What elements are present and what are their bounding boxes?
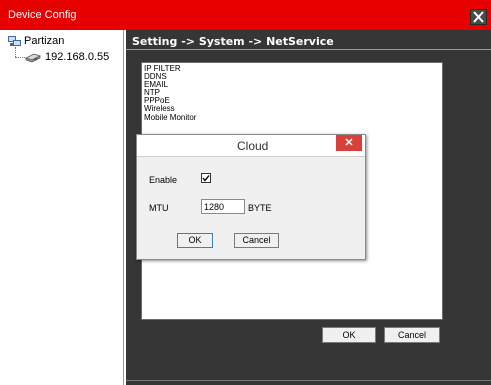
service-item[interactable]: NTP [144,89,440,97]
divider [126,380,491,381]
title-bar: Device Config [0,0,491,30]
device-icon [25,53,41,62]
divider [126,49,491,50]
tree-device-label: 192.168.0.55 [45,51,110,63]
ok-button[interactable]: OK [322,327,376,343]
window-title: Device Config [8,9,77,21]
tree-device-item[interactable]: 192.168.0.55 [25,51,109,63]
close-x-icon [473,11,484,23]
cancel-button[interactable]: Cancel [384,327,440,343]
service-item[interactable]: PPPoE [144,97,440,105]
enable-checkbox[interactable] [201,173,211,183]
network-group-icon [8,35,21,46]
service-item[interactable]: DDNS [144,72,440,81]
tree-connector [15,47,16,57]
dialog-close-button[interactable]: ✕ [336,135,362,151]
service-item[interactable]: EMAIL [144,81,440,89]
tree-root-item[interactable]: Partizan [8,35,64,47]
breadcrumb: Setting -> System -> NetService [132,35,334,48]
divider [137,156,365,157]
service-item[interactable]: Mobile Monitor [144,113,440,122]
dialog-title: Cloud [237,139,269,153]
mtu-input[interactable] [201,199,245,214]
tree-connector [15,57,25,58]
dialog-cancel-button[interactable]: Cancel [234,233,279,248]
tree-root-label: Partizan [24,35,65,47]
mtu-label: MTU [149,203,169,213]
device-tree-pane: Partizan 192.168.0.55 [2,30,124,385]
enable-label: Enable [149,175,178,185]
service-item[interactable]: IP FILTER [144,64,440,73]
dialog-ok-button[interactable]: OK [177,233,213,248]
close-icon: ✕ [344,137,354,149]
cloud-dialog: Cloud ✕ Enable MTU BYTE OK Cancel [136,134,366,260]
dialog-title-bar: Cloud ✕ [137,135,365,156]
unit-label: BYTE [248,203,272,213]
window-close-button[interactable] [470,9,487,25]
